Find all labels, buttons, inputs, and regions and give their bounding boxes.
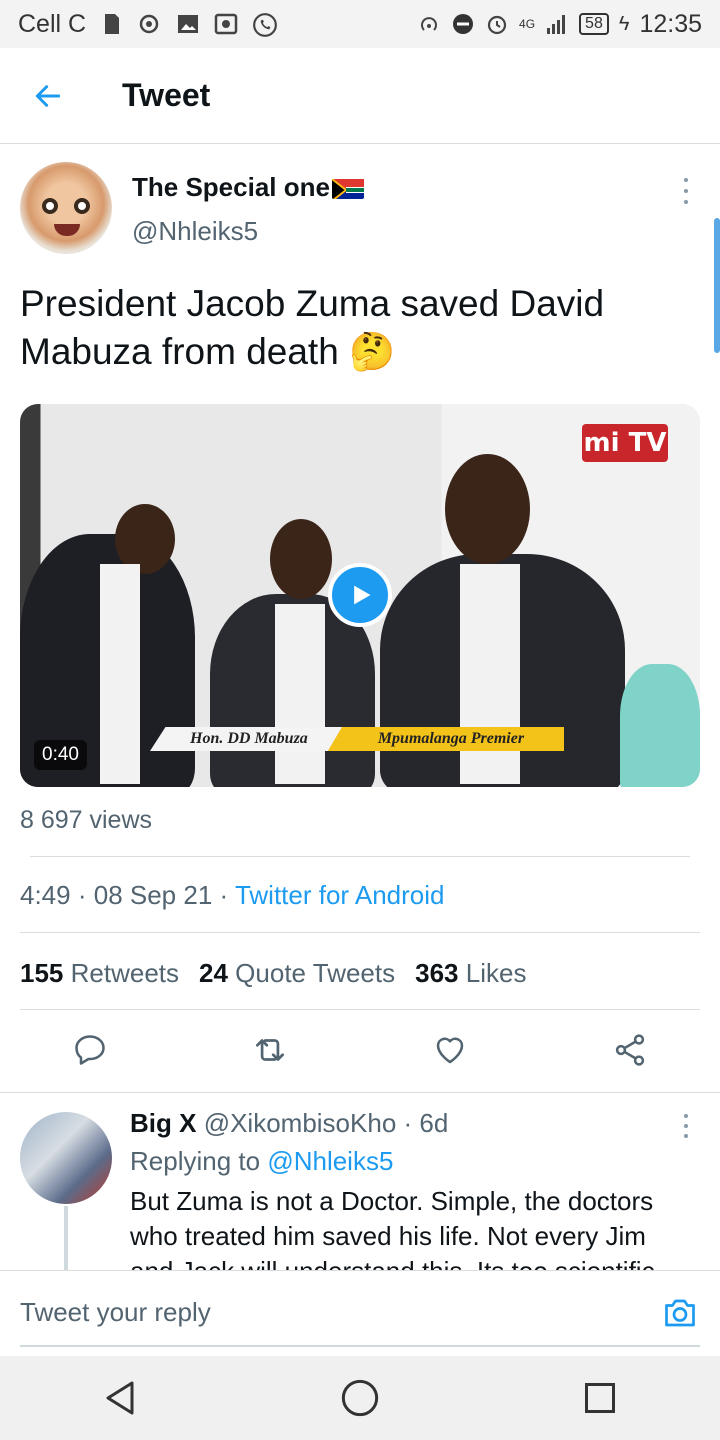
quote-tweets-stat[interactable]: 24 Quote Tweets	[199, 958, 395, 989]
tweet-text: President Jacob Zuma saved David Mabuza …	[20, 283, 605, 372]
replying-to-handle[interactable]: @Nhleiks5	[267, 1146, 393, 1176]
tweet-action-bar	[0, 1010, 720, 1092]
video-duration: 0:40	[34, 740, 87, 770]
whatsapp-icon	[252, 12, 277, 37]
back-button[interactable]	[0, 48, 96, 144]
reply-button[interactable]	[70, 1030, 110, 1070]
notification-icon	[138, 12, 162, 36]
circle-home-icon	[341, 1379, 379, 1417]
tweet-more-options-icon[interactable]	[674, 178, 698, 204]
heart-icon	[436, 1037, 464, 1064]
divider	[20, 932, 700, 933]
reply-age: 6d	[419, 1108, 449, 1138]
retweets-stat[interactable]: 155 Retweets	[20, 958, 179, 989]
hotspot-icon	[417, 12, 441, 36]
view-count: 8 697 views	[20, 806, 153, 834]
do-not-disturb-icon	[451, 12, 475, 36]
share-icon	[615, 1034, 645, 1066]
share-button[interactable]	[610, 1030, 650, 1070]
retweet-icon	[255, 1039, 285, 1061]
author-handle[interactable]: @Nhleiks5	[132, 216, 258, 247]
nav-home-button[interactable]	[330, 1368, 390, 1428]
battery-indicator: 58	[579, 13, 609, 35]
status-bar: Cell C 4G 58 ϟ 12:35	[0, 0, 720, 48]
channel-logo: mi TV	[582, 424, 668, 462]
page-title: Tweet	[122, 77, 211, 113]
camera-status-icon	[214, 12, 238, 36]
square-recents-icon	[585, 1383, 615, 1413]
author-display-name: The Special one	[132, 172, 330, 202]
play-button[interactable]	[328, 563, 392, 627]
signal-icon	[545, 12, 569, 36]
reply-text: But Zuma is not a Doctor. Simple, the do…	[130, 1186, 655, 1270]
divider	[30, 856, 690, 857]
charging-icon: ϟ	[618, 12, 630, 35]
reply-author-avatar[interactable]	[20, 1112, 112, 1204]
reply-input[interactable]: Tweet your reply	[20, 1297, 211, 1328]
lower-third-title: Mpumalanga Premier	[327, 727, 565, 751]
retweet-button[interactable]	[250, 1030, 290, 1070]
likes-stat[interactable]: 363 Likes	[415, 958, 526, 989]
author-name[interactable]: The Special one	[132, 172, 364, 203]
tweet-date: 08 Sep 21	[93, 880, 213, 910]
nav-back-button[interactable]	[90, 1368, 150, 1428]
network-label: 4G	[519, 17, 536, 31]
triangle-back-icon	[106, 1381, 134, 1415]
thread-line	[64, 1206, 68, 1270]
reply-author-name[interactable]: Big X	[130, 1108, 196, 1138]
sim-icon	[100, 12, 124, 36]
scrollbar[interactable]	[714, 218, 720, 353]
input-underline	[20, 1345, 700, 1347]
top-app-bar: Tweet	[0, 48, 720, 144]
play-icon	[354, 585, 371, 605]
carrier-label: Cell C	[18, 9, 87, 38]
alarm-icon	[485, 12, 509, 36]
reply-header: Big X @XikombisoKho · 6d	[130, 1108, 449, 1138]
replying-to: Replying to @Nhleiks5	[130, 1146, 394, 1176]
engagement-stats: 155 Retweets 24 Quote Tweets 363 Likes	[20, 958, 526, 989]
lower-third-name: Hon. DD Mabuza	[150, 727, 344, 751]
divider	[0, 1092, 720, 1093]
video-lower-third: Hon. DD Mabuza Mpumalanga Premier	[150, 726, 565, 752]
tweet-time: 4:49	[20, 880, 71, 910]
reply-more-options-icon[interactable]	[674, 1114, 698, 1138]
clock: 12:35	[639, 9, 702, 38]
tweet-source-link[interactable]: Twitter for Android	[235, 880, 445, 910]
like-button[interactable]	[430, 1030, 470, 1070]
system-navigation-bar	[0, 1356, 720, 1440]
south-africa-flag-icon	[331, 177, 364, 199]
gallery-icon	[176, 12, 200, 36]
reply-composer: Tweet your reply	[0, 1270, 720, 1356]
author-avatar[interactable]	[20, 162, 112, 254]
back-arrow-icon	[35, 84, 61, 107]
reply-author-handle[interactable]: @XikombisoKho	[204, 1108, 397, 1138]
nav-recents-button[interactable]	[570, 1368, 630, 1428]
add-media-button[interactable]	[662, 1295, 698, 1331]
tweet-metadata: 4:49 · 08 Sep 21 · Twitter for Android	[20, 880, 445, 910]
comment-icon	[75, 1035, 105, 1065]
camera-icon	[665, 1299, 695, 1327]
video-player[interactable]: mi TV Hon. DD Mabuza Mpumalanga Premier …	[20, 404, 700, 787]
